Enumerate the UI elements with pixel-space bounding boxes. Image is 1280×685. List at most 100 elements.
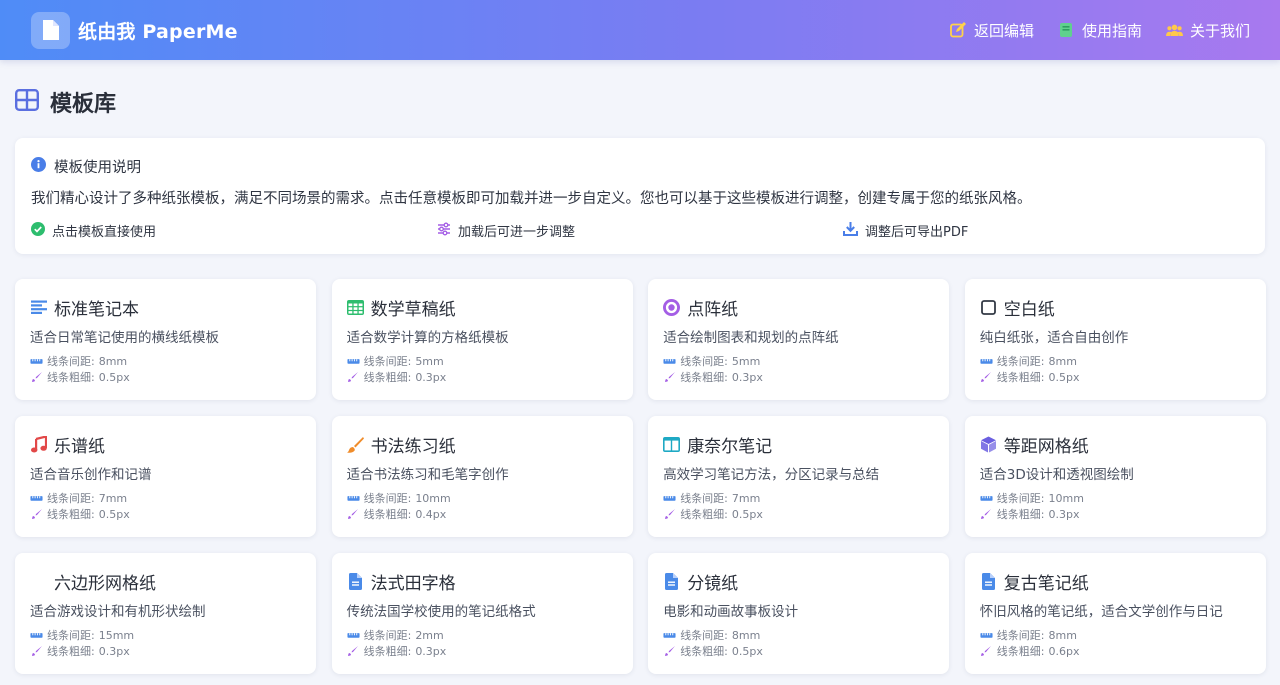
spacing-line: 线条间距: 7mm xyxy=(663,490,934,506)
brand[interactable]: 纸由我 PaperMe xyxy=(31,11,238,49)
card-header: 分镜纸 xyxy=(663,570,934,594)
pen-nib-icon xyxy=(980,508,993,520)
thickness-value: 0.5px xyxy=(98,507,130,521)
top-nav: 返回编辑 使用指南 关于我们 xyxy=(950,20,1250,41)
ruler-icon xyxy=(347,355,360,367)
spacing-line: 线条间距: 5mm xyxy=(663,353,934,369)
dot-circle-icon xyxy=(663,298,681,316)
thickness-line: 线条粗细: 0.3px xyxy=(347,643,618,659)
spacing-value: 15mm xyxy=(98,628,135,642)
spacing-label: 线条间距: xyxy=(680,629,728,642)
info-points: 点击模板直接使用 加载后可进一步调整 调整后可导出PDF xyxy=(31,221,1249,240)
nav-guide[interactable]: 使用指南 xyxy=(1058,20,1142,41)
thickness-line: 线条粗细: 0.3px xyxy=(30,643,301,659)
ruler-icon xyxy=(663,492,676,504)
template-card[interactable]: 空白纸 纯白纸张，适合自由创作 线条间距: 8mm 线条粗细: 0.5px xyxy=(964,279,1266,400)
template-description: 适合音乐创作和记谱 xyxy=(30,467,152,483)
thickness-label: 线条粗细: xyxy=(996,508,1045,521)
card-header: 点阵纸 xyxy=(663,296,934,320)
template-card[interactable]: 复古笔记纸 怀旧风格的笔记纸，适合文学创作与日记 线条间距: 8mm 线条粗细:… xyxy=(964,553,1266,674)
page-title-row: 模板库 xyxy=(15,86,116,118)
thickness-line: 线条粗细: 0.5px xyxy=(663,643,934,659)
ruler-icon xyxy=(347,629,360,641)
nav-back-to-editor[interactable]: 返回编辑 xyxy=(950,20,1034,41)
spacing-value: 5mm xyxy=(731,354,761,368)
file-icon xyxy=(347,572,364,590)
ruler-icon xyxy=(30,355,43,367)
spacing-value: 2mm xyxy=(415,628,444,642)
spacing-value: 7mm xyxy=(731,491,761,505)
ruler-icon xyxy=(980,355,993,367)
template-description: 怀旧风格的笔记纸，适合文学创作与日记 xyxy=(979,604,1223,620)
template-title: 康奈尔笔记 xyxy=(687,436,773,457)
spacing-line: 线条间距: 5mm xyxy=(347,353,618,369)
thickness-value: 0.6px xyxy=(1048,644,1080,658)
template-card[interactable]: 法式田字格 传统法国学校使用的笔记纸格式 线条间距: 2mm 线条粗细: 0.3… xyxy=(331,553,633,674)
template-card[interactable]: 数学草稿纸 适合数学计算的方格纸模板 线条间距: 5mm 线条粗细: 0.3px xyxy=(331,279,633,400)
template-card[interactable]: 标准笔记本 适合日常笔记使用的横线纸模板 线条间距: 8mm 线条粗细: 0.5… xyxy=(15,279,316,400)
template-description: 纯白纸张，适合自由创作 xyxy=(979,330,1129,346)
info-point-label: 加载后可进一步调整 xyxy=(458,225,576,240)
sliders-icon xyxy=(437,222,451,240)
template-description: 适合绘制图表和规划的点阵纸 xyxy=(663,330,839,346)
thickness-line: 线条粗细: 0.6px xyxy=(980,643,1251,659)
template-card[interactable]: 等距网格纸 适合3D设计和透视图绘制 线条间距: 10mm 线条粗细: 0.3p… xyxy=(964,416,1266,537)
spacing-label: 线条间距: xyxy=(680,355,728,368)
thickness-line: 线条粗细: 0.5px xyxy=(30,369,301,385)
pen-nib-icon xyxy=(980,371,993,383)
info-point-use: 点击模板直接使用 xyxy=(31,221,437,240)
template-description: 适合数学计算的方格纸模板 xyxy=(346,330,509,346)
thickness-line: 线条粗细: 0.5px xyxy=(663,506,934,522)
nav-about[interactable]: 关于我们 xyxy=(1165,20,1250,41)
pen-nib-icon xyxy=(663,508,676,520)
card-header: 康奈尔笔记 xyxy=(663,433,934,457)
thickness-value: 0.3px xyxy=(98,644,130,658)
template-title: 法式田字格 xyxy=(370,573,456,594)
info-circle-icon xyxy=(31,157,46,176)
spacing-label: 线条间距: xyxy=(47,355,95,368)
spacing-line: 线条间距: 15mm xyxy=(30,627,301,643)
template-card[interactable]: 康奈尔笔记 高效学习笔记方法，分区记录与总结 线条间距: 7mm 线条粗细: 0… xyxy=(648,416,950,537)
info-heading: 模板使用说明 xyxy=(54,160,141,176)
pen-nib-icon xyxy=(347,645,360,657)
thickness-value: 0.5px xyxy=(1048,370,1080,384)
template-description: 高效学习笔记方法，分区记录与总结 xyxy=(663,467,880,483)
template-card[interactable]: 点阵纸 适合绘制图表和规划的点阵纸 线条间距: 5mm 线条粗细: 0.3px xyxy=(648,279,950,400)
template-description: 传统法国学校使用的笔记纸格式 xyxy=(346,604,536,620)
nav-label: 返回编辑 xyxy=(973,21,1034,40)
cube-icon xyxy=(980,436,997,453)
template-meta: 线条间距: 8mm 线条粗细: 0.6px xyxy=(980,627,1251,659)
template-card[interactable]: 书法练习纸 适合书法练习和毛笔字创作 线条间距: 10mm 线条粗细: 0.4p… xyxy=(331,416,633,537)
template-meta: 线条间距: 8mm 线条粗细: 0.5px xyxy=(30,353,301,385)
ruler-icon xyxy=(980,492,993,504)
spacing-line: 线条间距: 8mm xyxy=(663,627,934,643)
template-title: 标准笔记本 xyxy=(54,299,139,320)
card-header: 复古笔记纸 xyxy=(980,570,1251,594)
thickness-line: 线条粗细: 0.3px xyxy=(663,369,934,385)
usage-info-card: 模板使用说明 我们精心设计了多种纸张模板，满足不同场景的需求。点击任意模板即可加… xyxy=(15,138,1265,254)
thickness-value: 0.3px xyxy=(731,370,763,384)
thickness-value: 0.3px xyxy=(415,644,447,658)
file-icon xyxy=(980,572,997,590)
template-title: 乐谱纸 xyxy=(54,436,105,457)
spacing-value: 8mm xyxy=(1048,354,1077,368)
thickness-label: 线条粗细: xyxy=(47,645,95,658)
ruler-icon xyxy=(30,492,43,504)
template-title: 书法练习纸 xyxy=(370,436,456,457)
template-description: 适合书法练习和毛笔字创作 xyxy=(346,467,509,483)
spacing-line: 线条间距: 2mm xyxy=(347,627,618,643)
spacing-label: 线条间距: xyxy=(680,492,728,505)
spacing-line: 线条间距: 8mm xyxy=(30,353,301,369)
template-card[interactable]: 分镜纸 电影和动画故事板设计 线条间距: 8mm 线条粗细: 0.5px xyxy=(648,553,950,674)
pen-nib-icon xyxy=(30,371,43,383)
template-card[interactable]: 六边形网格纸 适合游戏设计和有机形状绘制 线条间距: 15mm 线条粗细: 0.… xyxy=(15,553,316,674)
thickness-value: 0.3px xyxy=(1048,507,1080,521)
spacing-label: 线条间距: xyxy=(363,629,412,642)
pen-nib-icon xyxy=(30,645,43,657)
template-card[interactable]: 乐谱纸 适合音乐创作和记谱 线条间距: 7mm 线条粗细: 0.5px xyxy=(15,416,316,537)
spacing-label: 线条间距: xyxy=(996,492,1045,505)
info-point-adjust: 加载后可进一步调整 xyxy=(437,221,843,240)
spacing-value: 8mm xyxy=(1048,628,1077,642)
spacing-value: 8mm xyxy=(731,628,761,642)
card-header: 书法练习纸 xyxy=(346,433,618,457)
